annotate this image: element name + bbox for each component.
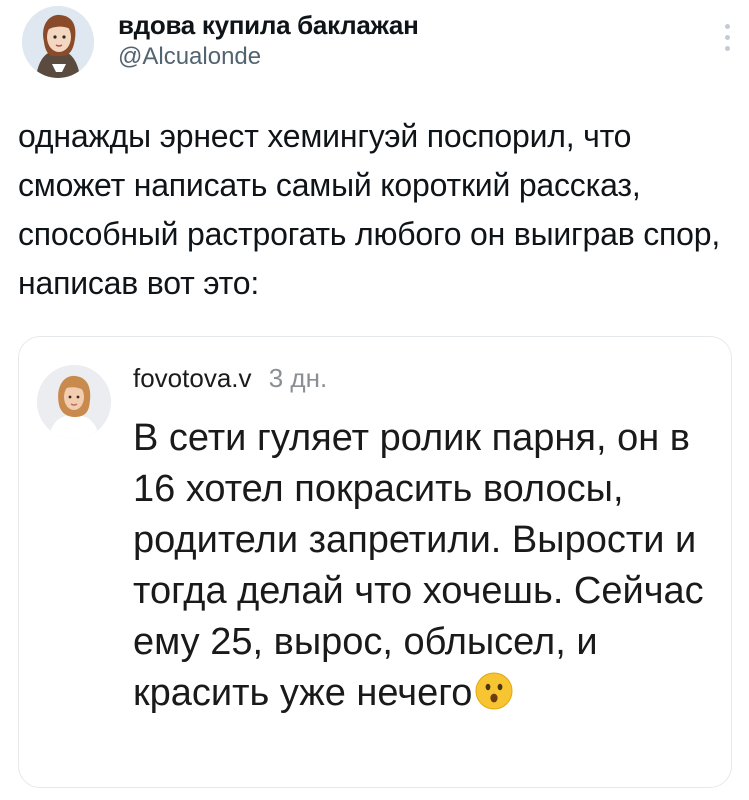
author-name[interactable]: вдова купила баклажан xyxy=(118,10,419,40)
quote-username[interactable]: fovotova.v xyxy=(133,363,252,393)
tweet-author: вдова купила баклажан @Alcualonde xyxy=(118,10,419,72)
tweet-text: однажды эрнест хемингуэй поспорил, что с… xyxy=(18,118,721,301)
quoted-post-card[interactable]: fovotova.v 3 дн. В сети гуляет ролик пар… xyxy=(18,336,732,788)
author-handle[interactable]: @Alcualonde xyxy=(118,42,419,72)
more-vertical-icon[interactable] xyxy=(725,24,731,57)
quote-timestamp: 3 дн. xyxy=(268,363,328,393)
author-avatar-illustration xyxy=(22,6,94,78)
quote-avatar[interactable] xyxy=(37,365,111,439)
hushed-face-emoji-icon xyxy=(475,672,513,710)
author-avatar[interactable] xyxy=(22,6,94,78)
quote-avatar-photo xyxy=(37,365,111,439)
quote-text: В сети гуляет ролик парня, он в 16 хотел… xyxy=(133,413,723,719)
quote-text-body: В сети гуляет ролик парня, он в 16 хотел… xyxy=(133,417,704,714)
quote-header: fovotova.v 3 дн. xyxy=(133,363,327,393)
